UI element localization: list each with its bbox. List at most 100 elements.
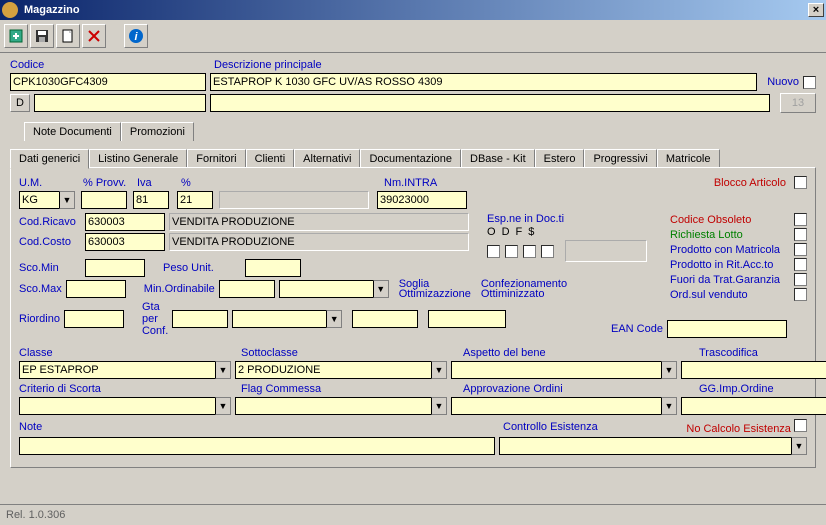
- gtaconf-select[interactable]: ▼: [232, 310, 342, 328]
- form-panel: U.M. % Provv. Iva % Nm.INTRA Blocco Arti…: [10, 167, 816, 468]
- nmintra-input[interactable]: [377, 191, 467, 209]
- esp-o-checkbox[interactable]: [487, 245, 500, 258]
- gtaconf-input[interactable]: [172, 310, 228, 328]
- classe-label: Classe: [19, 347, 237, 359]
- um-select[interactable]: ▼: [19, 191, 75, 209]
- pesounit-input[interactable]: [245, 259, 301, 277]
- pesounit-label: Peso Unit.: [163, 262, 241, 274]
- provv-label: % Provv.: [83, 177, 133, 189]
- aspetto-label: Aspetto del bene: [463, 347, 695, 359]
- flag-venduto-checkbox[interactable]: [794, 288, 807, 301]
- ean-input[interactable]: [667, 320, 787, 338]
- tab-listino[interactable]: Listino Generale: [89, 149, 187, 168]
- blocco-checkbox[interactable]: [794, 176, 807, 189]
- d-input-2[interactable]: [210, 94, 770, 112]
- sottoclasse-select[interactable]: ▼: [235, 361, 447, 379]
- chevron-down-icon[interactable]: ▼: [431, 397, 447, 415]
- soglia-input[interactable]: [352, 310, 418, 328]
- nocalc-label: No Calcolo Esistenza: [686, 423, 791, 435]
- scomin-label: Sco.Min: [19, 262, 81, 274]
- note-input[interactable]: [19, 437, 495, 455]
- esp-d-checkbox[interactable]: [505, 245, 518, 258]
- codcosto-desc: [169, 233, 469, 251]
- chevron-down-icon[interactable]: ▼: [791, 437, 807, 455]
- nocalc-checkbox[interactable]: [794, 419, 807, 432]
- blocco-label: Blocco Articolo: [714, 177, 786, 189]
- nuovo-button[interactable]: 13: [780, 93, 816, 113]
- info-button[interactable]: i: [124, 24, 148, 48]
- flagcomm-select[interactable]: ▼: [235, 397, 447, 415]
- nmintra-label: Nm.INTRA: [384, 177, 484, 189]
- pct-label: %: [181, 177, 221, 189]
- provv-input[interactable]: [81, 191, 127, 209]
- chevron-down-icon[interactable]: ▼: [59, 191, 75, 209]
- minord-input[interactable]: [219, 280, 275, 298]
- tab-note-documenti[interactable]: Note Documenti: [24, 122, 121, 141]
- confez-input[interactable]: [428, 310, 506, 328]
- nuovo-checkbox[interactable]: [803, 76, 816, 89]
- minord-select[interactable]: ▼: [279, 280, 389, 298]
- flagcomm-label: Flag Commessa: [241, 383, 459, 395]
- tab-alternativi[interactable]: Alternativi: [294, 149, 360, 168]
- tab-dati-generici[interactable]: Dati generici: [10, 149, 89, 169]
- aspetto-select[interactable]: ▼: [451, 361, 677, 379]
- export-button[interactable]: [4, 24, 28, 48]
- d-input-1[interactable]: [34, 94, 206, 112]
- flag-ritacc-checkbox[interactable]: [794, 258, 807, 271]
- tab-clienti[interactable]: Clienti: [246, 149, 295, 168]
- chevron-down-icon[interactable]: ▼: [661, 361, 677, 379]
- chevron-down-icon[interactable]: ▼: [431, 361, 447, 379]
- tab-dbase[interactable]: DBase - Kit: [461, 149, 535, 168]
- app-icon: [2, 2, 18, 18]
- sottoclasse-label: Sottoclasse: [241, 347, 459, 359]
- trascod-label: Trascodifica: [699, 347, 807, 359]
- scomax-label: Sco.Max: [19, 283, 62, 295]
- pct-input[interactable]: [177, 191, 213, 209]
- flag-lotto-checkbox[interactable]: [794, 228, 807, 241]
- chevron-down-icon[interactable]: ▼: [215, 361, 231, 379]
- descrizione-input[interactable]: [210, 73, 757, 91]
- iva-input[interactable]: [133, 191, 169, 209]
- codcosto-input[interactable]: [85, 233, 165, 251]
- new-button[interactable]: [56, 24, 80, 48]
- esp-f-checkbox[interactable]: [523, 245, 536, 258]
- controllo-select[interactable]: ▼: [499, 437, 807, 455]
- tab-progressivi[interactable]: Progressivi: [584, 149, 656, 168]
- chevron-down-icon[interactable]: ▼: [661, 397, 677, 415]
- esp-col-o: O: [487, 226, 496, 238]
- esp-col-d: D: [502, 226, 510, 238]
- chevron-down-icon[interactable]: ▼: [215, 397, 231, 415]
- save-button[interactable]: [30, 24, 54, 48]
- riordino-input[interactable]: [64, 310, 124, 328]
- tab-promozioni[interactable]: Promozioni: [121, 122, 194, 141]
- scomin-input[interactable]: [85, 259, 145, 277]
- approv-label: Approvazione Ordini: [463, 383, 695, 395]
- chevron-down-icon[interactable]: ▼: [326, 310, 342, 328]
- flag-obsoleto-checkbox[interactable]: [794, 213, 807, 226]
- delete-button[interactable]: [82, 24, 106, 48]
- title-bar: Magazzino ×: [0, 0, 826, 20]
- minord-label: Min.Ordinabile: [144, 283, 215, 295]
- codricavo-input[interactable]: [85, 213, 165, 231]
- tab-estero[interactable]: Estero: [535, 149, 585, 168]
- riordino-label: Riordino: [19, 313, 60, 325]
- esp-col-s: $: [528, 226, 534, 238]
- tab-matricole[interactable]: Matricole: [657, 149, 720, 168]
- trascod-input[interactable]: [681, 361, 826, 379]
- tab-documentazione[interactable]: Documentazione: [360, 149, 461, 168]
- critscorta-select[interactable]: ▼: [19, 397, 231, 415]
- d-button[interactable]: D: [10, 94, 30, 112]
- esp-s-checkbox[interactable]: [541, 245, 554, 258]
- classe-select[interactable]: ▼: [19, 361, 231, 379]
- flag-matricola-checkbox[interactable]: [794, 243, 807, 256]
- codricavo-label: Cod.Ricavo: [19, 216, 81, 228]
- scomax-input[interactable]: [66, 280, 126, 298]
- codice-input[interactable]: [10, 73, 206, 91]
- tab-fornitori[interactable]: Fornitori: [187, 149, 245, 168]
- approv-select[interactable]: ▼: [451, 397, 677, 415]
- flag-garanzia-checkbox[interactable]: [794, 273, 807, 286]
- version-label: Rel. 1.0.306: [6, 509, 65, 521]
- close-icon[interactable]: ×: [808, 3, 824, 17]
- ggimp-input[interactable]: [681, 397, 826, 415]
- chevron-down-icon[interactable]: ▼: [373, 280, 389, 298]
